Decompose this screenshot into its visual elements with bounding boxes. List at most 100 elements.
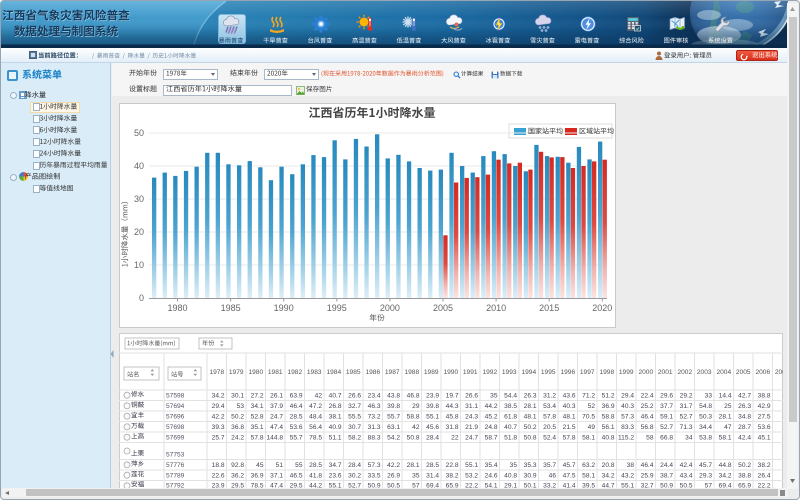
svg-text:37.1: 37.1 xyxy=(270,473,283,480)
svg-text:42: 42 xyxy=(412,424,420,431)
svg-text:52.4: 52.4 xyxy=(543,435,556,442)
svg-text:31.7: 31.7 xyxy=(680,403,693,410)
svg-text:1982: 1982 xyxy=(287,369,302,376)
svg-text:2001: 2001 xyxy=(658,369,673,376)
svg-text:52.7: 52.7 xyxy=(680,414,693,421)
svg-text:1997: 1997 xyxy=(580,369,595,376)
svg-text:53.6: 53.6 xyxy=(290,424,303,431)
svg-text:1991: 1991 xyxy=(463,369,478,376)
svg-text:66.8: 66.8 xyxy=(660,435,673,442)
svg-text:39.3: 39.3 xyxy=(212,424,225,431)
svg-text:2004: 2004 xyxy=(716,369,731,376)
svg-text:70.5: 70.5 xyxy=(582,414,595,421)
svg-text:41.8: 41.8 xyxy=(309,473,322,480)
svg-text:47.4: 47.4 xyxy=(270,424,283,431)
svg-text:2015: 2015 xyxy=(539,303,559,313)
svg-text:20: 20 xyxy=(134,227,144,237)
svg-text:50.2: 50.2 xyxy=(231,414,244,421)
svg-text:1985: 1985 xyxy=(221,303,241,313)
svg-text:43.6: 43.6 xyxy=(563,393,576,400)
svg-text:10: 10 xyxy=(134,260,144,270)
svg-text:61.8: 61.8 xyxy=(504,414,517,421)
svg-text:144.8: 144.8 xyxy=(266,435,283,442)
svg-text:52.8: 52.8 xyxy=(251,414,264,421)
svg-text:1984: 1984 xyxy=(326,369,341,376)
svg-text:57.3: 57.3 xyxy=(368,462,381,469)
svg-text:29.4: 29.4 xyxy=(212,403,225,410)
svg-text:34: 34 xyxy=(685,435,693,442)
svg-text:42.4: 42.4 xyxy=(738,435,751,442)
svg-text:39.8: 39.8 xyxy=(426,403,439,410)
svg-text:57.8: 57.8 xyxy=(543,414,556,421)
svg-text:30.2: 30.2 xyxy=(348,473,361,480)
svg-text:35: 35 xyxy=(412,473,420,480)
svg-text:38.2: 38.2 xyxy=(446,473,459,480)
svg-text:58.8: 58.8 xyxy=(407,414,420,421)
svg-text:40: 40 xyxy=(134,161,144,171)
svg-text:57.8: 57.8 xyxy=(563,435,576,442)
svg-text:22.4: 22.4 xyxy=(641,393,654,400)
svg-text:45.2: 45.2 xyxy=(485,414,498,421)
svg-text:20.8: 20.8 xyxy=(602,462,615,469)
svg-text:36.9: 36.9 xyxy=(602,403,615,410)
svg-text:58.1: 58.1 xyxy=(719,435,732,442)
svg-text:53.4: 53.4 xyxy=(543,403,556,410)
svg-text:34.7: 34.7 xyxy=(329,462,342,469)
svg-text:58.2: 58.2 xyxy=(348,435,361,442)
svg-text:1978: 1978 xyxy=(209,369,224,376)
svg-text:1979: 1979 xyxy=(229,369,244,376)
svg-text:1996: 1996 xyxy=(560,369,575,376)
svg-text:29.2: 29.2 xyxy=(680,393,693,400)
svg-text:58.7: 58.7 xyxy=(485,435,498,442)
svg-text:34.8: 34.8 xyxy=(738,414,751,421)
svg-text:83.3: 83.3 xyxy=(621,424,634,431)
svg-text:35.3: 35.3 xyxy=(524,462,537,469)
svg-text:56.4: 56.4 xyxy=(309,424,322,431)
svg-text:50.2: 50.2 xyxy=(524,424,537,431)
svg-text:42.2: 42.2 xyxy=(212,414,225,421)
svg-text:58.8: 58.8 xyxy=(602,414,615,421)
svg-text:45.7: 45.7 xyxy=(563,462,576,469)
svg-text:40.8: 40.8 xyxy=(504,473,517,480)
svg-text:2003: 2003 xyxy=(697,369,712,376)
svg-text:24.7: 24.7 xyxy=(270,414,283,421)
svg-text:49: 49 xyxy=(588,424,596,431)
svg-text:1995: 1995 xyxy=(541,369,556,376)
svg-text:43.4: 43.4 xyxy=(680,473,693,480)
svg-text:30: 30 xyxy=(134,194,144,204)
svg-text:29: 29 xyxy=(412,403,420,410)
svg-text:38.7: 38.7 xyxy=(660,473,673,480)
svg-text:31.4: 31.4 xyxy=(426,473,439,480)
svg-text:29.4: 29.4 xyxy=(621,393,634,400)
svg-text:42.9: 42.9 xyxy=(758,403,771,410)
svg-text:34.2: 34.2 xyxy=(602,473,615,480)
svg-text:46.3: 46.3 xyxy=(368,403,381,410)
svg-text:55: 55 xyxy=(295,462,303,469)
svg-text:1994: 1994 xyxy=(521,369,536,376)
svg-text:51.2: 51.2 xyxy=(602,393,615,400)
svg-text:26.1: 26.1 xyxy=(270,393,283,400)
svg-text:26.6: 26.6 xyxy=(348,393,361,400)
svg-text:59.1: 59.1 xyxy=(660,414,673,421)
svg-text:63.2: 63.2 xyxy=(582,462,595,469)
svg-text:40.3: 40.3 xyxy=(621,403,634,410)
svg-text:45.6: 45.6 xyxy=(426,424,439,431)
svg-text:50.3: 50.3 xyxy=(699,414,712,421)
svg-text:40.9: 40.9 xyxy=(329,424,342,431)
svg-text:26.4: 26.4 xyxy=(758,473,771,480)
svg-text:23.6: 23.6 xyxy=(329,473,342,480)
svg-text:28.5: 28.5 xyxy=(426,462,439,469)
svg-text:53.2: 53.2 xyxy=(465,473,478,480)
svg-text:33.5: 33.5 xyxy=(368,473,381,480)
svg-text:30.9: 30.9 xyxy=(524,473,537,480)
svg-text:31.2: 31.2 xyxy=(543,393,556,400)
svg-text:30.7: 30.7 xyxy=(348,424,361,431)
svg-text:57753: 57753 xyxy=(166,452,185,459)
svg-text:40.8: 40.8 xyxy=(602,435,615,442)
svg-text:36.2: 36.2 xyxy=(231,473,244,480)
svg-text:34.1: 34.1 xyxy=(251,403,264,410)
svg-text:0: 0 xyxy=(139,293,144,303)
svg-text:25.7: 25.7 xyxy=(212,435,225,442)
svg-text:23.9: 23.9 xyxy=(426,393,439,400)
svg-text:28.1: 28.1 xyxy=(719,414,732,421)
